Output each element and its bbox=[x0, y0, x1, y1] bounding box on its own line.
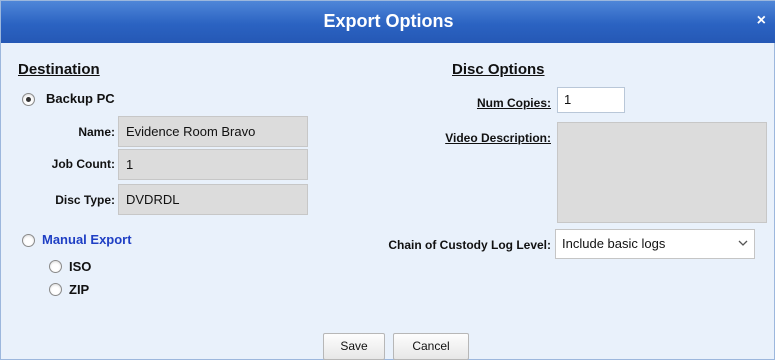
save-button[interactable]: Save bbox=[323, 333, 385, 360]
chain-of-custody-select[interactable]: Include basic logs bbox=[555, 229, 755, 259]
num-copies-input[interactable]: 1 bbox=[557, 87, 625, 113]
job-count-label: Job Count: bbox=[51, 157, 115, 171]
video-description-textarea[interactable] bbox=[557, 122, 767, 223]
num-copies-label: Num Copies: bbox=[476, 96, 551, 110]
disc-options-heading: Disc Options bbox=[452, 61, 545, 78]
disc-type-label: Disc Type: bbox=[55, 193, 115, 207]
video-description-label: Video Description: bbox=[445, 131, 551, 145]
dialog-title: Export Options bbox=[323, 11, 454, 31]
backup-pc-radio[interactable] bbox=[22, 93, 35, 106]
export-options-dialog: Export Options × Destination Backup PC N… bbox=[0, 0, 775, 360]
backup-pc-label: Backup PC bbox=[46, 91, 115, 106]
destination-heading: Destination bbox=[18, 61, 100, 78]
manual-export-label[interactable]: Manual Export bbox=[42, 232, 132, 247]
name-field: Evidence Room Bravo bbox=[118, 116, 308, 147]
job-count-field: 1 bbox=[118, 149, 308, 180]
cancel-button[interactable]: Cancel bbox=[393, 333, 469, 360]
iso-radio[interactable] bbox=[49, 260, 62, 273]
chevron-down-icon bbox=[738, 240, 748, 246]
zip-label: ZIP bbox=[69, 282, 90, 297]
close-icon[interactable]: × bbox=[757, 12, 766, 30]
zip-radio[interactable] bbox=[49, 283, 62, 296]
name-label: Name: bbox=[78, 125, 115, 139]
chain-of-custody-value: Include basic logs bbox=[562, 236, 666, 251]
disc-type-field: DVDRDL bbox=[118, 184, 308, 215]
dialog-titlebar: Export Options × bbox=[1, 1, 775, 43]
chain-of-custody-label: Chain of Custody Log Level: bbox=[388, 238, 551, 252]
manual-export-radio[interactable] bbox=[22, 234, 35, 247]
iso-label: ISO bbox=[69, 259, 92, 274]
